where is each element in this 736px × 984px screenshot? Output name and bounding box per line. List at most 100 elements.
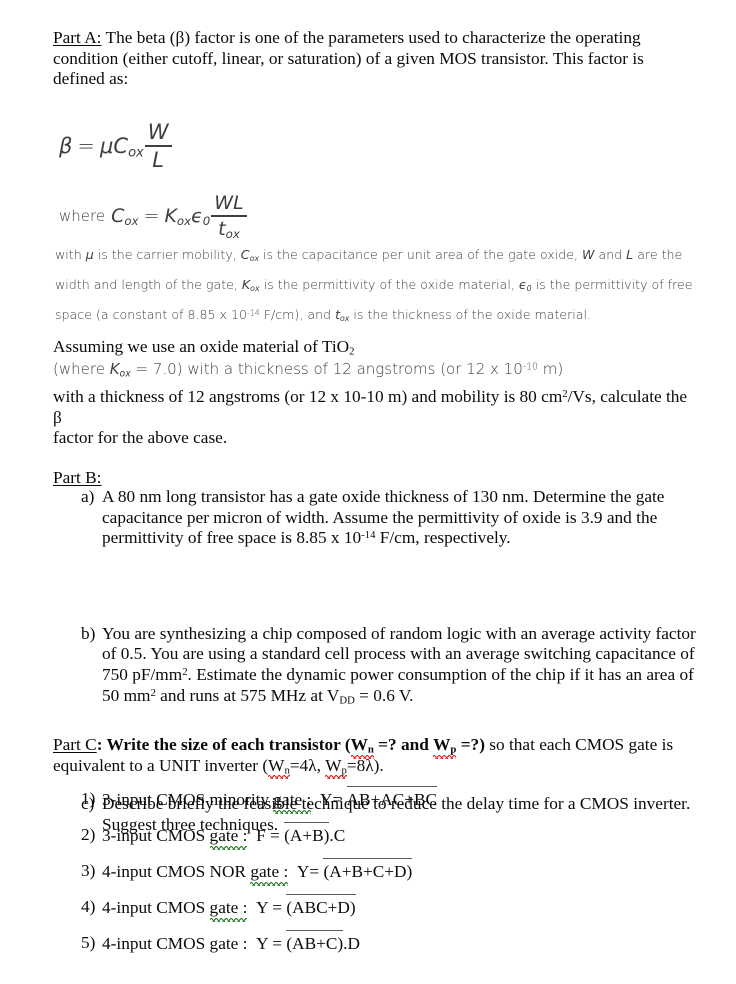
part-c-item-1-overline-expr: AB+AC+BC (346, 786, 438, 809)
part-c-item-3-overline-expr: (A+B+C+D) (323, 858, 413, 881)
part-c-item-2: 2) 3-input CMOS gate : F = (A+B).C (53, 822, 722, 861)
part-c-item-5-overline-expr: (AB+C) (286, 930, 344, 953)
def-seg6: is the permittivity of the oxide materia… (259, 277, 519, 292)
eq2-denominator: tox (218, 217, 240, 241)
part-b-item-a-line3a: permittivity of free space is 8.85 x 10 (102, 528, 362, 548)
part-c-item-4: 4) 4-input CMOS gate : Y = (ABC+D) (53, 894, 722, 933)
part-a-label: Part A: (53, 28, 102, 47)
part-a-intro-line2: condition (either cutoff, linear, or sat… (53, 48, 644, 68)
grammarcheck-gate-1: gate : (273, 790, 312, 814)
eq2-cox: Cox (111, 204, 139, 228)
def-kox: Κox (241, 277, 260, 293)
def-seg3: is the capacitance per unit area of the … (258, 247, 583, 262)
part-a-intro-line1: The beta (β) factor is one of the parame… (105, 28, 641, 47)
assume-line1-text: Assuming we use an oxide material of TiO (53, 337, 350, 356)
part-b-item-b: b) You are synthesizing a chip composed … (53, 624, 702, 706)
part-a-intro-paragraph: Part A: The beta (β) factor is one of th… (53, 28, 685, 90)
part-c-item-2-result-label: F = (256, 826, 280, 845)
part-b-item-a-line1: A 80 nm long transistor has a gate oxide… (102, 487, 665, 506)
part-c-head-bold3: =?) (456, 735, 485, 754)
spellcheck-wn-1: Wn (350, 735, 375, 759)
eq1-mu: μ (100, 133, 114, 158)
part-b-heading: Part B: (53, 468, 102, 489)
part-c-item-4-desc: 4-input CMOS (102, 898, 210, 917)
grammarcheck-gate-4: gate : (209, 898, 248, 922)
part-b-item-b-vdd-sub: DD (339, 694, 355, 707)
part-c-item-3-result-label: Y= (296, 862, 320, 881)
assume-oxide-line: Assuming we use an oxide material of TiO… (53, 337, 693, 358)
def-seg2: is the carrier mobility, (93, 247, 241, 262)
eq1-beta: β (59, 133, 73, 158)
part-c-item-5-desc: 4-input CMOS (102, 934, 210, 953)
assume-tio2-subscript: 2 (349, 345, 355, 358)
part-c-item-5-result-label: Y = (256, 934, 282, 953)
grammarcheck-gate-2: gate : (209, 826, 248, 850)
assume-line2-c: m) (537, 360, 564, 378)
part-b-item-b-line4c: = 0.6 V. (354, 685, 414, 705)
part-c-item-2-tail: .C (329, 826, 346, 845)
part-c-item-5: 5) 4-input CMOS gate : Y = (AB+C).D (53, 930, 722, 969)
assume-sup-minus10: -10 (522, 361, 538, 373)
part-c-label: Part C (53, 735, 97, 754)
part-b-item-a-line2: capacitance per micron of width. Assume … (102, 507, 658, 527)
part-b-item-a-line3b: F/cm, respectively. (375, 528, 511, 548)
part-c-head-bold2: =? and (373, 735, 434, 754)
spellcheck-wp-1: Wp (433, 735, 457, 759)
eq1-cox: Cox (113, 133, 144, 160)
part-c-item-3: 3) 4-input CMOS NOR gate : Y= (A+B+C+D) (53, 858, 722, 897)
eq2-kappa-ox: Κox (164, 204, 192, 228)
part-b-item-b-line2: of 0.5. You are using a standard cell pr… (102, 644, 695, 664)
part-c-item-1-desc: 3-input CMOS minority (102, 790, 274, 809)
def-cox: Cox (240, 247, 259, 263)
part-c-item-3-desc: 4-input CMOS NOR (102, 862, 251, 881)
part-c-item-4-marker: 4) (81, 897, 96, 916)
part-c-colon: : (96, 735, 107, 754)
eq1-denominator: L (152, 147, 164, 172)
def-seg4: and (594, 247, 627, 262)
assume-line2-b: = 7.0) with a thickness of 12 angstroms … (130, 360, 523, 378)
spellcheck-wp-2: Wp (325, 755, 347, 779)
gate-label-5: gate : (209, 934, 248, 953)
def-tox: tox (335, 307, 350, 323)
part-c-item-5-marker: 5) (81, 933, 96, 952)
grammarcheck-gate-3: gate : (250, 862, 289, 886)
symbol-definitions-paragraph: with μ is the carrier mobility, Cox is t… (55, 240, 695, 330)
assume-kappa-ox: Κox (109, 360, 131, 380)
part-c-item-4-result-label: Y = (256, 898, 282, 917)
part-c-item-1-result-label: Y= (319, 790, 343, 809)
part-b-item-b-line4a: 50 mm (102, 685, 151, 705)
part-c-head-line2a: equivalent to a UNIT inverter ( (53, 755, 269, 775)
def-seg1: with (55, 247, 86, 262)
eq1-fraction-w-over-l: W L (144, 120, 172, 172)
def-epsilon0: ϵ0 (518, 277, 532, 293)
part-b-item-a-marker: a) (81, 487, 95, 506)
part-c-head-rest1: so that each CMOS gate is (484, 735, 674, 754)
equation-cox: where Cox = Κox ϵ0 WL tox (59, 192, 248, 240)
part-a-intro-line3: defined as: (53, 69, 129, 89)
assume-line2-a: (where (53, 360, 110, 378)
def-w: W (582, 247, 595, 262)
eq2-equals: = (143, 204, 160, 227)
part-c-heading: Part C: Write the size of each transisto… (53, 735, 693, 779)
part-c-item-2-desc: 3-input CMOS (102, 826, 210, 845)
document-page: Part A: The beta (β) factor is one of th… (0, 0, 736, 984)
eq1-numerator: W (147, 120, 169, 144)
eq2-numerator: WL (214, 192, 244, 214)
part-c-item-1: 1) 3-input CMOS minority gate : Y= AB+AC… (53, 786, 722, 825)
assume-mobility-question: with a thickness of 12 angstroms (or 12 … (53, 387, 693, 449)
part-c-item-5-tail: .D (343, 934, 360, 953)
part-b-item-a: a) A 80 nm long transistor has a gate ox… (53, 487, 702, 549)
part-c-gate-list: 1) 3-input CMOS minority gate : Y= AB+AC… (53, 786, 722, 969)
part-c-item-2-marker: 2) (81, 825, 96, 844)
part-c-head-bold1: Write the size of each transistor ( (106, 735, 351, 754)
eq2-where-label: where (59, 206, 106, 225)
def-sup-minus14: -14 (247, 308, 260, 318)
part-b-item-b-line3a: 750 pF/mm (102, 664, 183, 684)
part-b-item-b-line3b: . Estimate the dynamic power consumption… (187, 664, 694, 684)
part-c-head-line2b: =4λ, (289, 755, 326, 775)
part-b-item-a-sup: -14 (361, 529, 376, 542)
def-mu: μ (85, 247, 94, 262)
def-seg9: is the thickness of the oxide material. (349, 307, 592, 322)
part-b-label: Part B: (53, 468, 102, 487)
part-c-item-3-marker: 3) (81, 861, 96, 880)
